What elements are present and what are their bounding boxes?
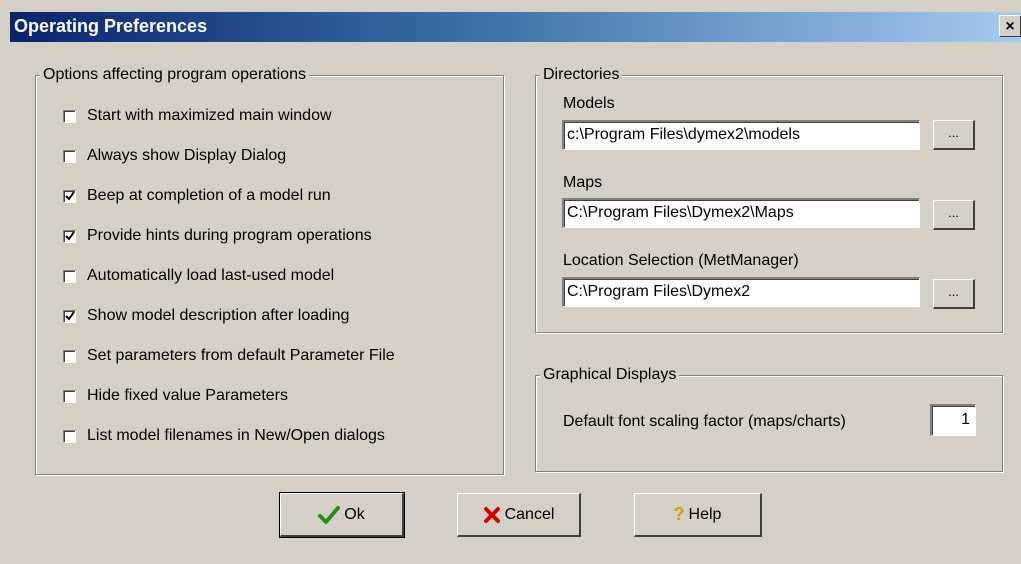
checkbox-row-list-model-filenames[interactable]: List model filenames in New/Open dialogs [63, 425, 385, 447]
graphical-displays-group: Graphical Displays Default font scaling … [535, 365, 1003, 472]
checkbox-row-hide-fixed-params[interactable]: Hide fixed value Parameters [63, 385, 288, 407]
checkbox-show-model-description[interactable] [63, 309, 76, 323]
models-browse-button[interactable]: ... [933, 120, 975, 150]
models-label: Models [563, 95, 615, 112]
checkbox-start-maximized[interactable] [63, 109, 76, 123]
check-icon [64, 311, 75, 321]
options-group-legend: Options affecting program operations [40, 65, 309, 85]
question-mark-icon: ? [673, 504, 685, 524]
checkbox-row-set-params-from-default[interactable]: Set parameters from default Parameter Fi… [63, 345, 395, 367]
title-bar[interactable]: Operating Preferences × [10, 12, 1021, 42]
check-icon [64, 231, 75, 241]
font-scaling-label: Default font scaling factor (maps/charts… [563, 413, 846, 430]
checkbox-label: Start with maximized main window [87, 107, 332, 124]
ok-button-label: Ok [344, 505, 365, 523]
directories-group: Directories Models c:\Program Files\dyme… [535, 65, 1003, 333]
checkbox-row-show-model-description[interactable]: Show model description after loading [63, 305, 349, 327]
help-button-label: Help [688, 505, 722, 523]
checkmark-icon [318, 505, 341, 525]
checkbox-always-show-display-dialog[interactable] [63, 149, 76, 163]
checkbox-beep-at-completion[interactable] [63, 189, 76, 203]
checkbox-provide-hints[interactable] [63, 229, 76, 243]
checkbox-row-auto-load-last-model[interactable]: Automatically load last-used model [63, 265, 334, 287]
close-button[interactable]: × [999, 15, 1021, 37]
checkbox-set-params-from-default[interactable] [63, 349, 76, 363]
checkbox-row-provide-hints[interactable]: Provide hints during program operations [63, 225, 372, 247]
checkbox-label: Hide fixed value Parameters [87, 387, 288, 404]
cancel-button[interactable]: Cancel [457, 493, 581, 537]
checkbox-auto-load-last-model[interactable] [63, 269, 76, 283]
checkbox-row-always-show-display-dialog[interactable]: Always show Display Dialog [63, 145, 286, 167]
checkbox-label: Provide hints during program operations [87, 227, 372, 244]
help-button[interactable]: ? Help [634, 493, 762, 537]
models-path-input[interactable]: c:\Program Files\dymex2\models [562, 120, 920, 150]
location-path-input[interactable]: C:\Program Files\Dymex2 [562, 277, 920, 307]
window-title: Operating Preferences [14, 16, 208, 36]
location-selection-label: Location Selection (MetManager) [563, 252, 799, 269]
checkbox-row-beep-at-completion[interactable]: Beep at completion of a model run [63, 185, 331, 207]
font-scaling-input[interactable]: 1 [930, 404, 976, 436]
checkbox-list-model-filenames[interactable] [63, 429, 76, 443]
checkbox-label: List model filenames in New/Open dialogs [87, 427, 385, 444]
maps-browse-button[interactable]: ... [933, 200, 975, 230]
operating-preferences-dialog: Operating Preferences × Options affectin… [0, 0, 1021, 564]
checkbox-label: Automatically load last-used model [87, 267, 335, 284]
options-group: Options affecting program operations Sta… [35, 65, 504, 475]
directories-group-legend: Directories [540, 65, 623, 85]
checkbox-row-start-maximized[interactable]: Start with maximized main window [63, 105, 332, 127]
checkbox-label: Set parameters from default Parameter Fi… [87, 347, 395, 364]
graphical-displays-legend: Graphical Displays [540, 365, 680, 385]
check-icon [64, 191, 75, 201]
checkbox-label: Always show Display Dialog [87, 147, 287, 164]
cancel-button-label: Cancel [504, 505, 555, 523]
location-browse-button[interactable]: ... [933, 279, 975, 309]
checkbox-hide-fixed-params[interactable] [63, 389, 76, 403]
ok-button[interactable]: Ok [279, 492, 405, 538]
red-x-icon [483, 506, 501, 524]
maps-label: Maps [563, 174, 603, 191]
maps-path-input[interactable]: C:\Program Files\Dymex2\Maps [562, 198, 920, 228]
checkbox-label: Show model description after loading [87, 307, 350, 324]
checkbox-label: Beep at completion of a model run [87, 187, 331, 204]
